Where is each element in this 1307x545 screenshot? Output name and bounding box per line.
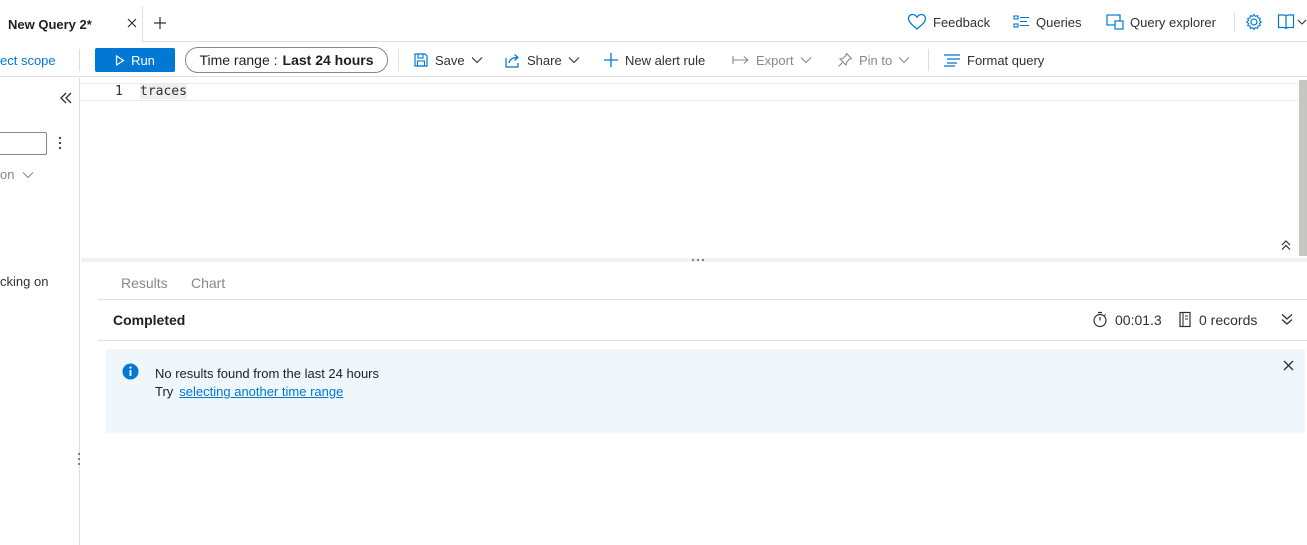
toolbar-divider	[79, 49, 80, 71]
try-label: Try	[155, 384, 174, 399]
save-disk-icon	[414, 53, 428, 67]
query-duration: 00:01.3	[1092, 311, 1162, 328]
query-toolbar: ect scope Run Time range : Last 24 hours…	[0, 43, 1307, 77]
export-button[interactable]: Export	[732, 51, 812, 69]
chevron-down-icon	[471, 57, 483, 64]
query-editor[interactable]: 1 traces	[81, 78, 1307, 258]
change-time-range-link[interactable]: selecting another time range	[179, 384, 343, 399]
no-results-text: No results found from the last 24 hours	[155, 366, 380, 381]
tab-bar: New Query 2* Feedback Queries Query expl…	[0, 0, 1307, 42]
time-range-prefix: Time range :	[199, 52, 278, 68]
format-query-label: Format query	[967, 52, 1045, 68]
save-button[interactable]: Save	[413, 51, 483, 69]
editor-scrollbar[interactable]	[1299, 80, 1307, 256]
queries-label: Queries	[1036, 14, 1082, 30]
plus-icon	[604, 53, 618, 67]
stopwatch-icon	[1093, 311, 1107, 328]
more-options-icon[interactable]	[56, 136, 64, 150]
queries-list-icon	[1013, 15, 1029, 28]
duration-value: 00:01.3	[1115, 311, 1162, 328]
heart-icon	[907, 13, 927, 30]
group-by-dropdown[interactable]: on	[0, 167, 34, 182]
side-panel-hint-text: cking on	[0, 274, 49, 289]
pin-to-label: Pin to	[859, 52, 893, 68]
line-number: 1	[115, 84, 123, 99]
gear-icon[interactable]	[1245, 13, 1263, 31]
share-button[interactable]: Share	[504, 51, 580, 69]
query-status-bar: Completed 00:01.3 0 records	[98, 300, 1307, 341]
records-icon	[1179, 311, 1191, 328]
query-tab-title: New Query 2*	[8, 17, 92, 32]
new-alert-rule-button[interactable]: New alert rule	[603, 51, 705, 69]
close-icon[interactable]	[1283, 360, 1294, 371]
chevron-down-icon	[568, 57, 580, 64]
chevron-down-icon	[800, 57, 811, 64]
suggestion-line: Try selecting another time range	[155, 384, 343, 399]
query-explorer-icon	[1106, 14, 1124, 30]
query-explorer-button[interactable]: Query explorer	[1106, 12, 1216, 32]
book-icon[interactable]	[1277, 13, 1307, 31]
record-count: 0 records	[1178, 311, 1257, 328]
query-tab[interactable]: New Query 2*	[0, 6, 143, 42]
records-value: 0 records	[1199, 311, 1258, 328]
results-tab-bar: Results Chart	[98, 263, 1307, 300]
schema-filter-input[interactable]	[0, 132, 47, 155]
run-label: Run	[131, 52, 155, 68]
share-label: Share	[527, 52, 562, 68]
panel-resize-handle-icon[interactable]	[76, 452, 82, 466]
editor-current-line	[81, 83, 1298, 101]
play-icon	[115, 54, 125, 66]
drag-handle-icon[interactable]	[690, 255, 706, 263]
time-range-button[interactable]: Time range : Last 24 hours	[185, 47, 388, 73]
share-icon	[505, 53, 519, 68]
header-divider	[1234, 12, 1235, 32]
save-label: Save	[435, 52, 465, 68]
tab-chart[interactable]: Chart	[191, 275, 225, 291]
new-alert-rule-label: New alert rule	[625, 52, 706, 68]
format-query-button[interactable]: Format query	[943, 51, 1044, 69]
run-button[interactable]: Run	[95, 48, 175, 72]
select-scope-link[interactable]: ect scope	[0, 53, 56, 68]
schema-side-panel: on cking on	[0, 78, 80, 545]
group-by-label: on	[0, 167, 15, 182]
queries-button[interactable]: Queries	[1013, 12, 1082, 32]
tab-results[interactable]: Results	[121, 275, 168, 291]
feedback-label: Feedback	[933, 14, 991, 30]
pin-icon	[838, 52, 853, 67]
chevron-down-icon	[23, 171, 34, 178]
toolbar-divider	[928, 49, 929, 71]
feedback-button[interactable]: Feedback	[907, 12, 990, 32]
export-label: Export	[756, 52, 794, 68]
chevron-double-down-icon[interactable]	[1280, 312, 1294, 326]
export-arrow-icon	[732, 56, 749, 64]
query-explorer-label: Query explorer	[1130, 14, 1216, 30]
chevron-down-icon	[898, 57, 910, 64]
no-results-message: No results found from the last 24 hours …	[106, 349, 1305, 433]
toolbar-divider	[398, 49, 399, 71]
info-icon	[122, 363, 139, 380]
query-status: Completed	[113, 312, 186, 328]
close-tab-icon[interactable]	[126, 17, 138, 29]
query-code[interactable]: traces	[140, 84, 187, 99]
collapse-panel-icon[interactable]	[59, 91, 73, 105]
chevron-double-up-icon[interactable]	[1280, 239, 1292, 251]
format-lines-icon	[944, 54, 960, 67]
time-range-value: Last 24 hours	[282, 52, 374, 68]
pin-to-button[interactable]: Pin to	[837, 51, 910, 69]
add-tab-icon[interactable]	[153, 16, 167, 30]
